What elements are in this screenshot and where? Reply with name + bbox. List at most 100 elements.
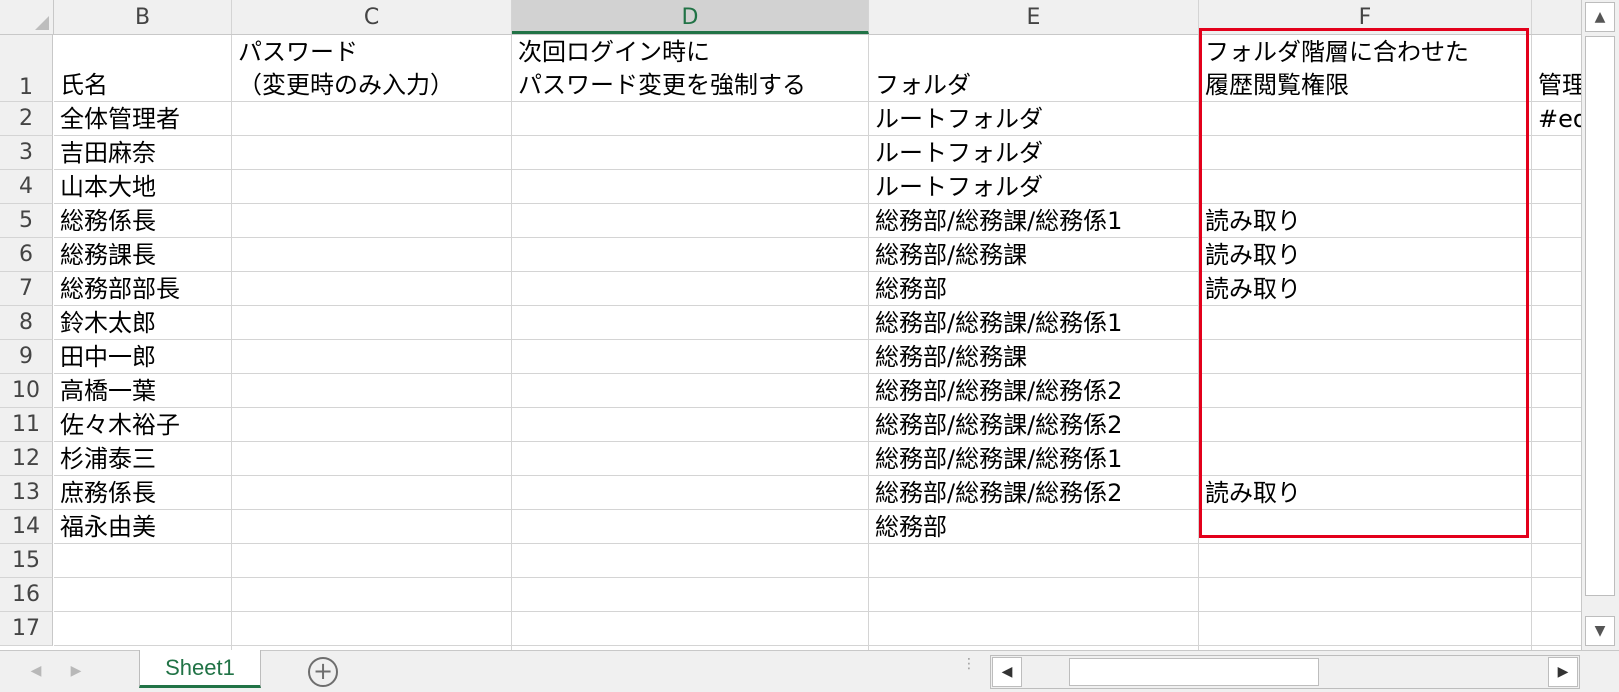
header-cell-permission-line1[interactable]: フォルダ階層に合わせた xyxy=(1199,35,1532,69)
header-cell-folder[interactable]: フォルダ xyxy=(869,68,1199,102)
header-cell-force-change-line1[interactable]: 次回ログイン時に xyxy=(512,35,869,69)
cell-permission[interactable] xyxy=(1199,340,1532,374)
cell-permission[interactable] xyxy=(1199,102,1532,136)
cell-permission[interactable] xyxy=(1199,306,1532,340)
cell-permission[interactable] xyxy=(1199,136,1532,170)
arrow-left-icon: ◀ xyxy=(1001,664,1013,680)
select-all-corner[interactable] xyxy=(0,0,54,34)
column-header-f[interactable]: F xyxy=(1199,0,1532,34)
cell-name[interactable]: 杉浦泰三 xyxy=(54,442,232,476)
cell-name[interactable]: 総務課長 xyxy=(54,238,232,272)
cell-folder[interactable]: ルートフォルダ xyxy=(869,102,1199,136)
gridline xyxy=(54,577,1581,578)
arrow-up-icon: ▲ xyxy=(1594,9,1606,25)
cell-folder[interactable]: 総務部/総務課/総務係2 xyxy=(869,476,1199,510)
cell-permission[interactable] xyxy=(1199,374,1532,408)
cell-name[interactable]: 庶務係長 xyxy=(54,476,232,510)
header-cell-password-line1[interactable]: パスワード xyxy=(232,35,512,69)
cell-folder[interactable]: 総務部 xyxy=(869,510,1199,544)
drag-dots-icon: ⋮ xyxy=(962,656,976,672)
row-header-5[interactable]: 5 xyxy=(0,204,53,238)
scroll-up-button[interactable]: ▲ xyxy=(1585,2,1615,32)
horizontal-scrollbar[interactable]: ◀ ▶ xyxy=(990,655,1580,689)
cell-admin-partial[interactable]: #ed xyxy=(1532,102,1581,136)
plus-circle-icon: + xyxy=(312,657,334,685)
cell-permission[interactable] xyxy=(1199,442,1532,476)
header-cell-force-change-line2[interactable]: パスワード変更を強制する xyxy=(512,68,869,102)
gridline xyxy=(511,35,512,650)
vertical-scrollbar[interactable]: ▲ ▼ xyxy=(1581,0,1619,650)
cell-name[interactable]: 総務部部長 xyxy=(54,272,232,306)
row-header-17[interactable]: 17 xyxy=(0,612,53,646)
cell-folder[interactable]: ルートフォルダ xyxy=(869,170,1199,204)
cell-name[interactable]: 山本大地 xyxy=(54,170,232,204)
row-header-3[interactable]: 3 xyxy=(0,136,53,170)
spreadsheet-grid: B C D E F 1 2 3 4 5 6 7 8 9 10 11 12 13 … xyxy=(0,0,1581,650)
arrow-right-icon: ▶ xyxy=(1557,664,1569,680)
row-header-13[interactable]: 13 xyxy=(0,476,53,510)
cell-name[interactable]: 鈴木太郎 xyxy=(54,306,232,340)
cell-permission[interactable] xyxy=(1199,170,1532,204)
cell-folder[interactable]: ルートフォルダ xyxy=(869,136,1199,170)
column-header-c[interactable]: C xyxy=(232,0,512,34)
cell-name[interactable]: 福永由美 xyxy=(54,510,232,544)
horizontal-scroll-thumb[interactable] xyxy=(1069,658,1319,686)
row-header-9[interactable]: 9 xyxy=(0,340,53,374)
column-header-b[interactable]: B xyxy=(54,0,232,34)
cell-folder[interactable]: 総務部/総務課/総務係1 xyxy=(869,442,1199,476)
scroll-right-button[interactable]: ▶ xyxy=(1548,657,1578,687)
row-header-16[interactable]: 16 xyxy=(0,578,53,612)
prev-sheet-button[interactable]: ◀ xyxy=(26,659,46,683)
arrow-down-icon: ▼ xyxy=(1594,623,1606,639)
cell-folder[interactable]: 総務部/総務課/総務係2 xyxy=(869,374,1199,408)
cell-permission[interactable]: 読み取り xyxy=(1199,476,1532,510)
cell-folder[interactable]: 総務部/総務課 xyxy=(869,340,1199,374)
cell-permission[interactable] xyxy=(1199,510,1532,544)
cell-folder[interactable]: 総務部/総務課/総務係2 xyxy=(869,408,1199,442)
cell-name[interactable]: 佐々木裕子 xyxy=(54,408,232,442)
cell-folder[interactable]: 総務部/総務課/総務係1 xyxy=(869,306,1199,340)
cell-permission[interactable]: 読み取り xyxy=(1199,272,1532,306)
cell-name[interactable]: 総務係長 xyxy=(54,204,232,238)
cell-name[interactable]: 高橋一葉 xyxy=(54,374,232,408)
header-cell-permission-line2[interactable]: 履歴閲覧権限 xyxy=(1199,68,1532,102)
cell-permission[interactable] xyxy=(1199,408,1532,442)
cell-name[interactable]: 田中一郎 xyxy=(54,340,232,374)
row-header-14[interactable]: 14 xyxy=(0,510,53,544)
row-header-15[interactable]: 15 xyxy=(0,544,53,578)
row-header-7[interactable]: 7 xyxy=(0,272,53,306)
header-cell-password-line2[interactable]: （変更時のみ入力） xyxy=(232,68,512,102)
scroll-down-button[interactable]: ▼ xyxy=(1585,616,1615,646)
column-header-e[interactable]: E xyxy=(869,0,1199,34)
header-cell-admin-partial[interactable]: 管理 xyxy=(1532,68,1581,102)
cell-name[interactable]: 全体管理者 xyxy=(54,102,232,136)
row-header-2[interactable]: 2 xyxy=(0,102,53,136)
vertical-scroll-thumb[interactable] xyxy=(1585,36,1615,596)
column-header-d[interactable]: D xyxy=(512,0,869,34)
header-cell-name[interactable]: 氏名 xyxy=(54,68,232,102)
next-sheet-button[interactable]: ▶ xyxy=(66,659,86,683)
row-header-11[interactable]: 11 xyxy=(0,408,53,442)
cell-folder[interactable]: 総務部 xyxy=(869,272,1199,306)
cell-folder[interactable]: 総務部/総務課 xyxy=(869,238,1199,272)
chevron-left-icon: ◀ xyxy=(30,663,42,679)
sheet-tab-bar: ◀ ▶ Sheet1 + ⋮ ◀ ▶ xyxy=(0,650,1619,692)
row-header-8[interactable]: 8 xyxy=(0,306,53,340)
column-header-g[interactable] xyxy=(1532,0,1581,34)
tab-split-handle[interactable]: ⋮ xyxy=(962,657,976,683)
gridline xyxy=(54,611,1581,612)
sheet-tab-sheet1[interactable]: Sheet1 xyxy=(139,650,261,688)
select-all-triangle-icon xyxy=(35,16,49,30)
row-header-4[interactable]: 4 xyxy=(0,170,53,204)
add-sheet-button[interactable]: + xyxy=(308,657,338,687)
cell-permission[interactable]: 読み取り xyxy=(1199,238,1532,272)
row-header-6[interactable]: 6 xyxy=(0,238,53,272)
row-header-12[interactable]: 12 xyxy=(0,442,53,476)
gridline xyxy=(54,645,1581,646)
cell-name[interactable]: 吉田麻奈 xyxy=(54,136,232,170)
row-header-10[interactable]: 10 xyxy=(0,374,53,408)
row-header-1[interactable]: 1 xyxy=(0,35,53,102)
cell-permission[interactable]: 読み取り xyxy=(1199,204,1532,238)
cell-folder[interactable]: 総務部/総務課/総務係1 xyxy=(869,204,1199,238)
scroll-left-button[interactable]: ◀ xyxy=(992,657,1022,687)
